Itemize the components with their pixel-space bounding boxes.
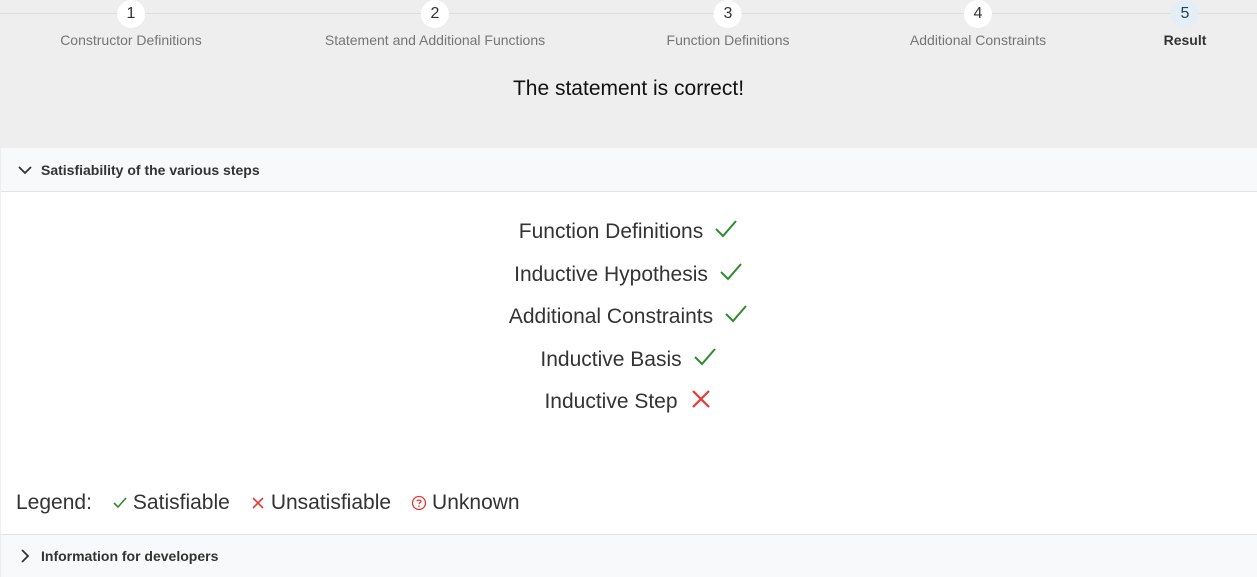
step-constructor-definitions[interactable]: 1 Constructor Definitions	[60, 0, 202, 48]
step-number: 4	[964, 0, 992, 28]
check-icon	[693, 348, 716, 366]
satisfiability-panel: Satisfiability of the various steps Func…	[1, 148, 1257, 577]
chevron-down-icon	[18, 165, 32, 174]
stepper: 1 Constructor Definitions 2 Statement an…	[0, 0, 1257, 60]
step-number: 5	[1170, 0, 1199, 28]
developer-panel-header[interactable]: Information for developers	[1, 534, 1257, 577]
result-label: Function Definitions	[518, 220, 704, 243]
satisfiability-panel-title: Satisfiability of the various steps	[41, 161, 260, 178]
step-statement-and-additional-functions[interactable]: 2 Statement and Additional Functions	[325, 0, 545, 48]
cross-icon	[691, 390, 710, 409]
legend-label: Legend:	[16, 491, 92, 514]
check-icon	[720, 262, 742, 281]
step-label: Result	[1163, 32, 1207, 48]
result-row-inductive-hypothesis: Inductive Hypothesis	[1, 263, 1257, 306]
legend-unknown-label: Unknown	[432, 491, 520, 514]
legend-item-unknown: Unknown	[411, 491, 520, 515]
result-label: Additional Constraints	[508, 305, 714, 329]
satisfiability-panel-header[interactable]: Satisfiability of the various steps	[1, 148, 1257, 192]
check-icon	[113, 497, 127, 509]
result-label: Inductive Step	[544, 390, 678, 414]
step-label: Additional Constraints	[909, 32, 1047, 48]
step-result[interactable]: 5 Result	[1163, 0, 1207, 48]
legend-satisfiable-label: Satisfiable	[132, 491, 230, 514]
check-icon	[715, 220, 737, 238]
result-row-inductive-step: Inductive Step	[1, 390, 1257, 433]
legend-unsatisfiable-label: Unsatisfiable	[270, 491, 392, 514]
step-label: Constructor Definitions	[60, 32, 202, 48]
legend-item-unsatisfiable: Unsatisfiable	[250, 491, 391, 515]
legend-item-satisfiable: Satisfiable	[112, 491, 230, 515]
check-icon	[725, 305, 747, 323]
step-number: 1	[117, 0, 145, 28]
step-results-list: Function Definitions Inductive Hypothesi…	[1, 220, 1257, 433]
legend: Legend: Satisfiable Unsatisfiable Unknow…	[16, 491, 520, 515]
chevron-right-icon	[21, 549, 30, 563]
result-label: Inductive Basis	[540, 347, 682, 371]
cross-icon	[252, 497, 264, 509]
step-number: 3	[713, 0, 742, 28]
step-additional-constraints[interactable]: 4 Additional Constraints	[910, 0, 1046, 48]
developer-panel-title: Information for developers	[41, 548, 219, 564]
step-label: Function Definitions	[666, 32, 790, 48]
result-row-function-definitions: Function Definitions	[1, 220, 1257, 263]
question-circle-icon	[411, 495, 427, 511]
step-number: 2	[420, 0, 449, 28]
step-label: Statement and Additional Functions	[324, 32, 546, 48]
result-row-inductive-basis: Inductive Basis	[1, 348, 1257, 391]
result-label: Inductive Hypothesis	[514, 262, 708, 286]
result-message: The statement is correct!	[512, 77, 745, 100]
step-function-definitions[interactable]: 3 Function Definitions	[666, 0, 790, 48]
result-row-additional-constraints: Additional Constraints	[1, 305, 1257, 348]
